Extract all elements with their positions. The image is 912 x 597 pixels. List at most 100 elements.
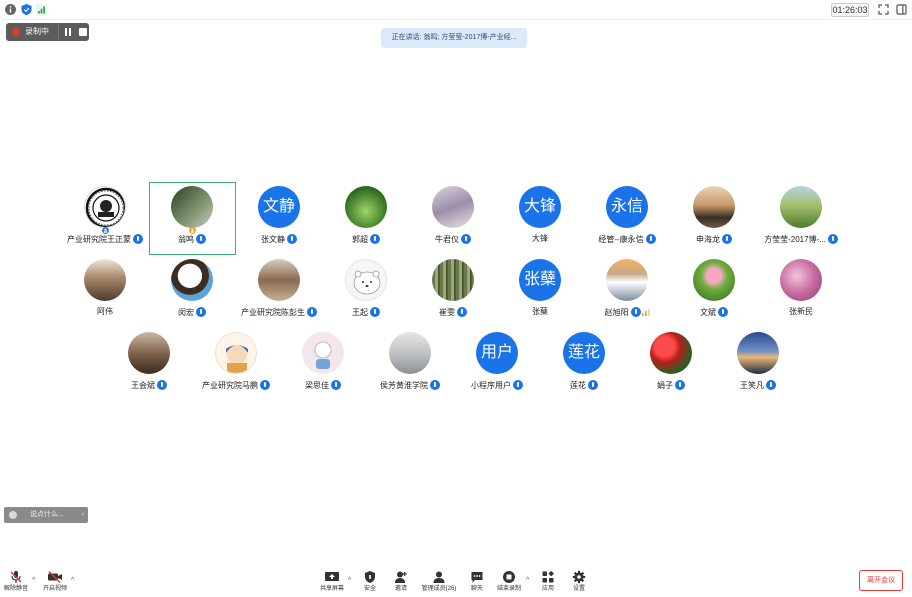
members-icon bbox=[433, 571, 445, 583]
speaking-indicator: 正在讲话: 翁鸣; 方莹莹-2017博-产业经... bbox=[381, 28, 527, 48]
mic-icon bbox=[766, 380, 776, 390]
mic-icon bbox=[675, 380, 685, 390]
unmute-label: 解除静音 bbox=[3, 586, 28, 592]
pause-icon[interactable] bbox=[64, 28, 72, 36]
info-icon[interactable] bbox=[4, 3, 17, 16]
chat-placeholder: 说点什么... bbox=[30, 511, 64, 518]
participant-tile[interactable]: 翁鸣 bbox=[149, 186, 235, 246]
participant-tile[interactable]: 张新民 bbox=[758, 259, 844, 319]
participant-tile[interactable]: 张蘖 张蘖 bbox=[497, 259, 583, 319]
participant-name: 王笑凡 bbox=[705, 380, 811, 391]
video-options-caret[interactable]: ^ bbox=[71, 577, 74, 584]
apps-icon bbox=[542, 571, 554, 583]
avatar bbox=[128, 332, 170, 374]
cartoon-avatar-image bbox=[314, 341, 332, 369]
avatar: 张蘖 bbox=[519, 259, 561, 301]
participant-tile[interactable]: 申海龙 bbox=[671, 186, 757, 246]
avatar bbox=[432, 186, 474, 228]
share-screen-button[interactable]: 共享屏幕 bbox=[320, 570, 344, 594]
emblem-avatar-image bbox=[85, 187, 125, 227]
manage-members-label: 管理成员(26) bbox=[421, 586, 457, 592]
leave-meeting-button[interactable]: 离开会议 bbox=[859, 570, 903, 591]
sidebar-toggle-icon[interactable] bbox=[895, 3, 908, 16]
avatar bbox=[606, 259, 648, 301]
audio-level-icon bbox=[641, 309, 650, 316]
mic-muted-icon bbox=[10, 571, 22, 583]
participant-tile[interactable]: 大锋 大锋 bbox=[497, 186, 583, 246]
chat-input[interactable]: 说点什么... ‹ bbox=[4, 507, 88, 523]
meeting-timer: 01:26:03 bbox=[831, 3, 869, 17]
mic-icon bbox=[287, 234, 297, 244]
apps-button[interactable]: 应用 bbox=[538, 570, 558, 594]
recording-options-caret[interactable]: ^ bbox=[526, 577, 529, 584]
participant-tile[interactable]: 娟子 bbox=[628, 332, 714, 392]
audio-options-caret[interactable]: ^ bbox=[32, 577, 35, 584]
shield-icon[interactable] bbox=[20, 3, 33, 16]
unmute-button[interactable]: 解除静音 bbox=[4, 570, 28, 594]
start-video-label: 开启视频 bbox=[42, 586, 67, 592]
network-signal-icon[interactable] bbox=[35, 3, 48, 16]
participant-tile[interactable]: 用户 小程序用户 bbox=[454, 332, 540, 392]
stop-icon[interactable] bbox=[79, 28, 87, 36]
participant-tile[interactable]: 方莹莹-2017博-... bbox=[758, 186, 844, 246]
participant-tile[interactable]: 王起 bbox=[323, 259, 409, 319]
bear-avatar-image bbox=[353, 270, 381, 295]
start-video-button[interactable]: 开启视频 bbox=[43, 570, 67, 594]
avatar: 用户 bbox=[476, 332, 518, 374]
participant-tile[interactable]: 牛君仪 bbox=[410, 186, 496, 246]
avatar bbox=[693, 259, 735, 301]
mic-icon bbox=[718, 307, 728, 317]
mic-icon bbox=[157, 380, 167, 390]
avatar bbox=[215, 332, 257, 374]
participant-tile[interactable]: 梁思佳 bbox=[280, 332, 366, 392]
avatar bbox=[84, 186, 126, 228]
participant-tile[interactable]: 阿伟 bbox=[62, 259, 148, 319]
mic-icon bbox=[370, 234, 380, 244]
participant-tile[interactable]: 文斌 bbox=[671, 259, 757, 319]
participant-tile[interactable]: 产业研究院马鹏 bbox=[193, 332, 279, 392]
participant-tile[interactable]: 莲花 莲花 bbox=[541, 332, 627, 392]
share-options-caret[interactable]: ^ bbox=[348, 577, 351, 584]
mic-icon bbox=[630, 307, 641, 317]
participant-tile[interactable]: 产业研究院陈彭生 bbox=[236, 259, 322, 319]
security-button[interactable]: 安全 bbox=[360, 570, 380, 594]
mic-icon bbox=[461, 234, 471, 244]
participant-tile[interactable]: 永信 经管--康永信 bbox=[584, 186, 670, 246]
participant-tile[interactable]: 侯芳黄淮学院 bbox=[367, 332, 453, 392]
manage-members-button[interactable]: 管理成员(26) bbox=[422, 570, 456, 594]
avatar bbox=[84, 259, 126, 301]
meeting-window: 01:26:03 录制中 正在讲话: 翁鸣; 方莹莹-2017博-产业经... … bbox=[0, 0, 912, 597]
settings-button[interactable]: 设置 bbox=[569, 570, 589, 594]
participant-name: 张新民 bbox=[789, 307, 813, 316]
avatar bbox=[345, 186, 387, 228]
mic-icon bbox=[260, 380, 270, 390]
invite-button[interactable]: 邀请 bbox=[391, 570, 411, 594]
participant-tile[interactable]: 赵旭阳 bbox=[584, 259, 670, 319]
emoji-icon[interactable] bbox=[9, 511, 17, 519]
chat-button[interactable]: 聊天 bbox=[467, 570, 487, 594]
recording-indicator: 录制中 bbox=[6, 23, 89, 41]
avatar bbox=[171, 186, 213, 228]
fullscreen-icon[interactable] bbox=[877, 3, 890, 16]
avatar: 大锋 bbox=[519, 186, 561, 228]
avatar bbox=[780, 259, 822, 301]
mic-icon bbox=[196, 234, 206, 244]
participant-tile[interactable]: 闵宏 bbox=[149, 259, 235, 319]
participant-tile[interactable]: 文静 张文静 bbox=[236, 186, 322, 246]
mic-icon bbox=[827, 234, 838, 244]
avatar bbox=[345, 259, 387, 301]
collapse-chat-icon[interactable]: ‹ bbox=[82, 507, 84, 523]
share-screen-icon bbox=[325, 572, 339, 581]
participant-tile[interactable]: 王会斌 bbox=[106, 332, 192, 392]
mic-icon bbox=[331, 380, 341, 390]
participant-tile[interactable]: 产业研究院王正蒙 bbox=[62, 186, 148, 246]
participant-tile[interactable]: 王笑凡 bbox=[715, 332, 801, 392]
end-recording-button[interactable]: 结束录制 bbox=[497, 570, 521, 594]
recording-dot-icon bbox=[12, 28, 20, 36]
mic-icon bbox=[645, 234, 656, 244]
mic-icon bbox=[588, 380, 598, 390]
avatar bbox=[302, 332, 344, 374]
participant-tile[interactable]: 郭超 bbox=[323, 186, 409, 246]
participant-tile[interactable]: 崔雯 bbox=[410, 259, 496, 319]
mic-icon bbox=[457, 307, 467, 317]
